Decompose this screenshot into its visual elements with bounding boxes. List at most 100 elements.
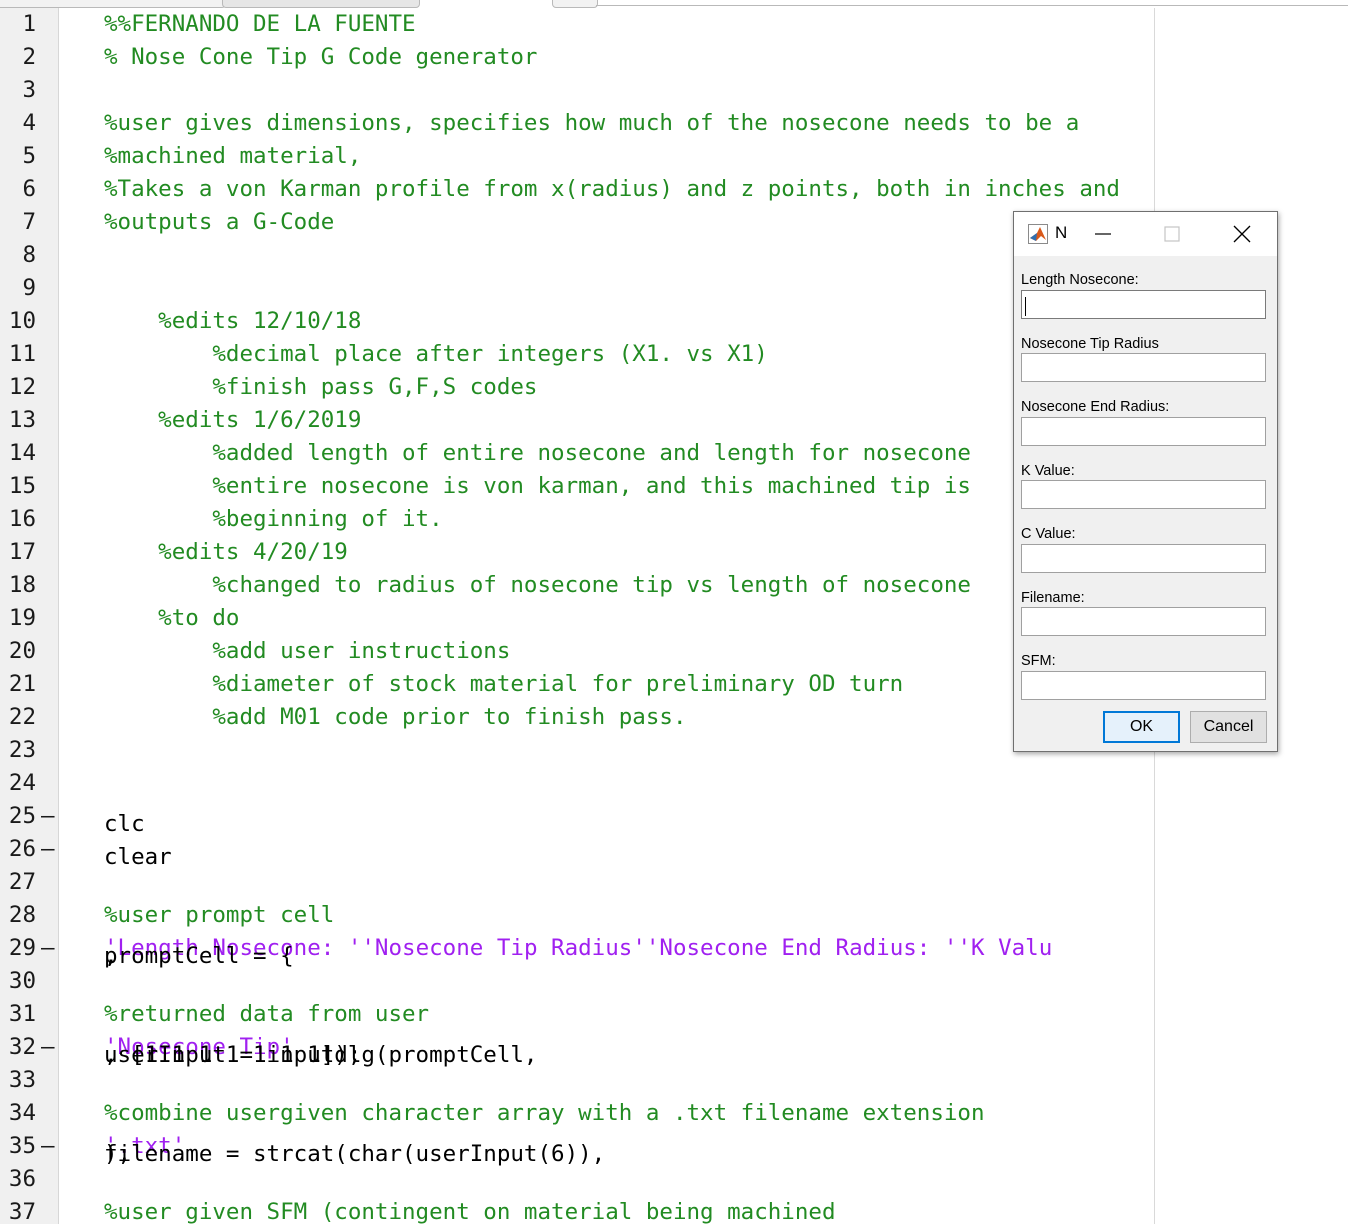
minimize-icon (1095, 233, 1111, 235)
code-line[interactable]: 26– clear (0, 833, 1348, 870)
code-line[interactable]: 5 %machined material, (0, 140, 1348, 173)
length-nosecone-input[interactable] (1021, 290, 1266, 319)
code-text: %add user instructions (104, 635, 510, 668)
code-comment: %%FERNANDO DE LA FUENTE (104, 11, 416, 37)
line-number: 28 (8, 902, 36, 928)
line-number: 29 (8, 935, 36, 961)
text-caret (1025, 297, 1026, 316)
c-value-label: C Value: (1021, 526, 1076, 542)
code-comment: %outputs a G-Code (104, 209, 335, 235)
breakpoint-marker[interactable]: – (41, 1031, 55, 1064)
code-text: %user given SFM (contingent on material … (104, 1196, 836, 1229)
code-text: %%FERNANDO DE LA FUENTE (104, 8, 416, 41)
code-text: % Nose Cone Tip G Code generator (104, 41, 537, 74)
line-number: 31 (8, 1001, 36, 1027)
code-comment: %machined material, (104, 143, 362, 169)
nosecone-tip-radius-input[interactable] (1021, 353, 1266, 382)
c-value-input[interactable] (1021, 544, 1266, 573)
code-line[interactable]: 34 %combine usergiven character array wit… (0, 1097, 1348, 1130)
editor-tab[interactable] (0, 0, 226, 8)
code-comment: %user gives dimensions, specifies how mu… (104, 110, 1080, 136)
line-number: 13 (8, 407, 36, 433)
code-text: %edits 12/10/18 (104, 305, 361, 338)
code-line[interactable]: 2 % Nose Cone Tip G Code generator (0, 41, 1348, 74)
code-comment: %user given SFM (contingent on material … (104, 1199, 836, 1225)
code-text: %returned data from user (104, 998, 429, 1031)
code-comment: %add M01 code prior to finish pass. (104, 704, 687, 730)
code-line[interactable]: 24 (0, 767, 1348, 800)
editor-tab[interactable] (222, 0, 420, 8)
code-comment: %diameter of stock material for prelimin… (104, 671, 904, 697)
nosecone-end-radius-input[interactable] (1021, 417, 1266, 446)
editor-tab-strip (0, 0, 1348, 8)
line-number: 30 (8, 968, 36, 994)
breakpoint-marker[interactable]: – (41, 932, 55, 965)
code-comment: %decimal place after integers (X1. vs X1… (104, 341, 768, 367)
code-line[interactable]: 3 (0, 74, 1348, 107)
line-number: 12 (8, 374, 36, 400)
code-comment: %entire nosecone is von karman, and this… (104, 473, 971, 499)
ok-button[interactable]: OK (1103, 711, 1180, 743)
close-button[interactable] (1230, 222, 1254, 246)
line-number: 6 (22, 176, 36, 202)
length-nosecone-label: Length Nosecone: (1021, 272, 1139, 288)
breakpoint-marker[interactable]: – (41, 1130, 55, 1163)
filename-input[interactable] (1021, 607, 1266, 636)
code-comment: %combine usergiven character array with … (104, 1100, 985, 1126)
code-line[interactable]: 29– promptCell = {'Length Nosecone: ', 'No… (0, 932, 1348, 969)
code-comment: %finish pass G,F,S codes (104, 374, 538, 400)
code-line[interactable]: 33 (0, 1064, 1348, 1097)
editor-tab[interactable] (552, 0, 598, 8)
code-line[interactable]: 35– filename = strcat(char(userInput(6)),… (0, 1130, 1348, 1167)
k-value-input[interactable] (1021, 480, 1266, 509)
code-text: %user prompt cell (104, 899, 334, 932)
code-comment: %returned data from user (104, 1001, 430, 1027)
line-number: 37 (8, 1199, 36, 1225)
sfm-input[interactable] (1021, 671, 1266, 700)
code-line[interactable]: 1 %%FERNANDO DE LA FUENTE (0, 8, 1348, 41)
code-comment: %added length of entire nosecone and len… (104, 440, 971, 466)
code-text: %edits 1/6/2019 (104, 404, 361, 437)
code-line[interactable]: 37 %user given SFM (contingent on materia… (0, 1196, 1348, 1229)
breakpoint-marker[interactable]: – (41, 833, 55, 866)
line-number: 20 (8, 638, 36, 664)
tab-strip-border (596, 5, 1348, 6)
line-number: 34 (8, 1100, 36, 1126)
maximize-button[interactable] (1160, 222, 1184, 246)
code-line[interactable]: 32– userInput = inputdlg(promptCell, 'Nos… (0, 1031, 1348, 1068)
code-comment: %edits 12/10/18 (104, 308, 362, 334)
code-line[interactable]: 30 (0, 965, 1348, 998)
code-text: %entire nosecone is von karman, and this… (104, 470, 971, 503)
cancel-button[interactable]: Cancel (1190, 711, 1267, 743)
code-comment: % Nose Cone Tip G Code generator (104, 44, 538, 70)
line-number: 9 (22, 275, 36, 301)
dialog-title-bar[interactable]: Nosecone Tip (1014, 212, 1277, 256)
code-text: %edits 4/20/19 (104, 536, 348, 569)
nosecone-tip-radius-label: Nosecone Tip Radius (1021, 336, 1159, 352)
code-line[interactable]: 31 %returned data from user (0, 998, 1348, 1031)
code-line[interactable]: 6 %Takes a von Karman profile from x(radi… (0, 173, 1348, 206)
line-number: 21 (8, 671, 36, 697)
code-text: %machined material, (104, 140, 361, 173)
code-text: promptCell = {'Length Nosecone: ', 'Nosec… (104, 932, 1052, 969)
code-line[interactable]: 27 (0, 866, 1348, 899)
code-line[interactable]: 28 %user prompt cell (0, 899, 1348, 932)
code-comment: %edits 4/20/19 (104, 539, 348, 565)
code-line[interactable]: 4 %user gives dimensions, specifies how m… (0, 107, 1348, 140)
line-number: 32 (8, 1034, 36, 1060)
code-text: %add M01 code prior to finish pass. (104, 701, 686, 734)
code-text: %decimal place after integers (X1. vs X1… (104, 338, 768, 371)
code-comment: %edits 1/6/2019 (104, 407, 362, 433)
minimize-button[interactable] (1091, 222, 1115, 246)
line-number: 14 (8, 440, 36, 466)
line-number: 2 (22, 44, 36, 70)
k-value-label: K Value: (1021, 463, 1075, 479)
code-text: %user gives dimensions, specifies how mu… (104, 107, 1079, 140)
line-number: 23 (8, 737, 36, 763)
line-number: 17 (8, 539, 36, 565)
line-number: 7 (22, 209, 36, 235)
code-text: %Takes a von Karman profile from x(radiu… (104, 173, 1120, 206)
code-line[interactable]: 36 (0, 1163, 1348, 1196)
code-line[interactable]: 25– clc (0, 800, 1348, 837)
breakpoint-marker[interactable]: – (41, 800, 55, 833)
